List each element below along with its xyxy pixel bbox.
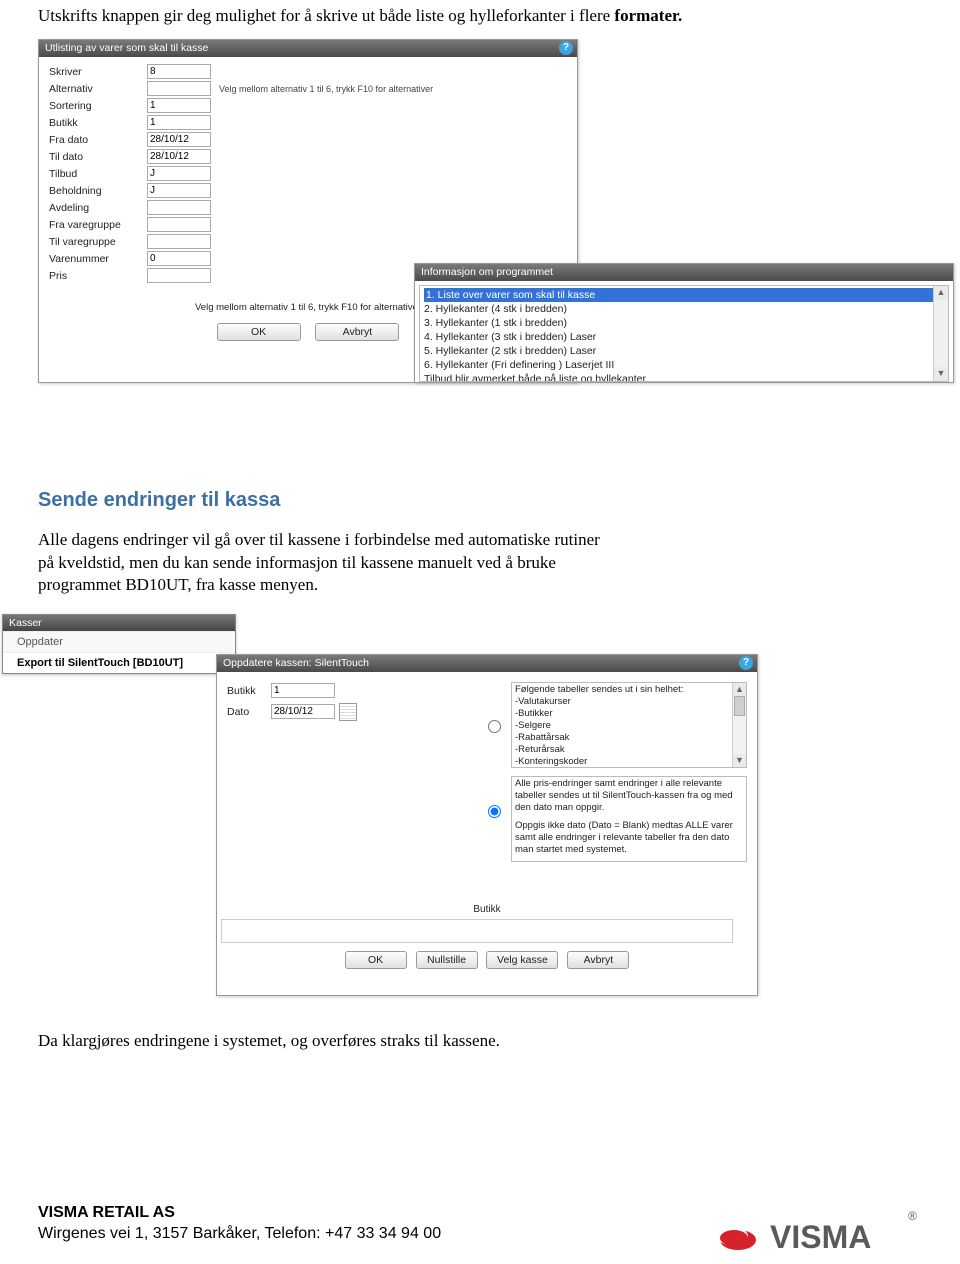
input-butikk[interactable] — [147, 115, 211, 130]
input-fravaregruppe[interactable] — [147, 217, 211, 232]
scroll-down-icon[interactable]: ▼ — [934, 367, 948, 381]
dialog-titlebar: Oppdatere kassen: SilentTouch ? — [217, 655, 757, 672]
label-avdeling: Avdeling — [49, 202, 147, 214]
note-alternativ: Velg mellom alternativ 1 til 6, trykk F1… — [219, 84, 433, 94]
info-line: -Rabattårsak — [515, 732, 743, 744]
tables-info-box: Følgende tabeller sendes ut i sin helhet… — [511, 682, 747, 768]
info-line: -Selgere — [515, 720, 743, 732]
scroll-up-icon[interactable]: ▲ — [934, 286, 948, 300]
list-footer: Tilbud blir avmerket både på liste og hy… — [424, 372, 944, 382]
input-tilbud[interactable] — [147, 166, 211, 181]
label-dato: Dato — [227, 706, 271, 718]
dialog-title: Utlisting av varer som skal til kasse — [45, 42, 208, 54]
menu-title: Kasser — [3, 615, 235, 631]
scrollbar-thumb[interactable] — [734, 696, 745, 716]
input-varenummer[interactable] — [147, 251, 211, 266]
nullstille-button[interactable]: Nullstille — [416, 951, 478, 969]
label-tilvaregruppe: Til varegruppe — [49, 236, 147, 248]
input-tildato[interactable] — [147, 149, 211, 164]
label-beholdning: Beholdning — [49, 185, 147, 197]
info-line: -Butikker — [515, 708, 743, 720]
label-butikk: Butikk — [227, 685, 271, 697]
input-alternativ[interactable] — [147, 81, 211, 96]
label-tildato: Til dato — [49, 151, 147, 163]
scrollbar-vertical[interactable]: ▲▼ — [732, 683, 746, 767]
info-line: -Valutakurser — [515, 696, 743, 708]
radio-changes[interactable] — [488, 805, 501, 818]
info-line: Oppgis ikke dato (Dato = Blank) medtas A… — [515, 820, 743, 856]
menu-item-export[interactable]: Export til SilentTouch [BD10UT] — [3, 652, 235, 673]
changes-info-box: Alle pris-endringer samt endringer i all… — [511, 776, 747, 862]
input-dato[interactable] — [271, 704, 335, 719]
scrollbar-vertical[interactable]: ▲ ▼ — [933, 286, 948, 381]
intro-text: Utskrifts knappen gir deg mulighet for å… — [38, 5, 922, 27]
label-alternativ: Alternativ — [49, 83, 147, 95]
label-sortering: Sortering — [49, 100, 147, 112]
list-item[interactable]: 2. Hyllekanter (4 stk i bredden) — [424, 302, 944, 316]
input-pris[interactable] — [147, 268, 211, 283]
input-butikk[interactable] — [271, 683, 335, 698]
label-fravaregruppe: Fra varegruppe — [49, 219, 147, 231]
info-list: 1. Liste over varer som skal til kasse 2… — [419, 285, 949, 382]
list-item[interactable]: 6. Hyllekanter (Fri definering ) Laserje… — [424, 358, 944, 372]
scroll-up-icon[interactable]: ▲ — [733, 683, 746, 696]
radio-full[interactable] — [488, 720, 501, 733]
label-tilbud: Tilbud — [49, 168, 147, 180]
center-label: Butikk — [217, 904, 757, 915]
svg-text:®: ® — [908, 1209, 917, 1223]
svg-text:VISMA: VISMA — [770, 1219, 871, 1255]
kasser-menu: Kasser Oppdater Export til SilentTouch [… — [2, 614, 236, 674]
update-kasse-dialog: Oppdatere kassen: SilentTouch ? Butikk D… — [216, 654, 758, 996]
section-body: Alle dagens endringer vil gå over til ka… — [38, 529, 618, 596]
dialog-title: Informasjon om programmet — [421, 266, 553, 278]
list-item[interactable]: 5. Hyllekanter (2 stk i bredden) Laser — [424, 344, 944, 358]
visma-logo-icon: VISMA ® — [712, 1206, 942, 1256]
list-item[interactable]: 4. Hyllekanter (3 stk i bredden) Laser — [424, 330, 944, 344]
ok-button[interactable]: OK — [345, 951, 407, 969]
info-line: Alle pris-endringer samt endringer i all… — [515, 778, 743, 814]
ok-button[interactable]: OK — [217, 323, 301, 341]
section-heading: Sende endringer til kassa — [38, 489, 922, 512]
info-line: Følgende tabeller sendes ut i sin helhet… — [515, 684, 743, 696]
input-tilvaregruppe[interactable] — [147, 234, 211, 249]
label-pris: Pris — [49, 270, 147, 282]
label-skriver: Skriver — [49, 66, 147, 78]
scroll-down-icon[interactable]: ▼ — [733, 754, 746, 767]
info-line: -Returårsak — [515, 744, 743, 756]
label-fradato: Fra dato — [49, 134, 147, 146]
input-sortering[interactable] — [147, 98, 211, 113]
dialog-titlebar: Informasjon om programmet — [415, 264, 953, 281]
input-skriver[interactable] — [147, 64, 211, 79]
label-butikk: Butikk — [49, 117, 147, 129]
menu-item-oppdater[interactable]: Oppdater — [3, 631, 235, 652]
input-avdeling[interactable] — [147, 200, 211, 215]
followup-text: Da klargjøres endringene i systemet, og … — [38, 1030, 618, 1052]
page-footer: VISMA RETAIL AS Wirgenes vei 1, 3157 Bar… — [38, 1203, 922, 1264]
dialog-titlebar: Utlisting av varer som skal til kasse ? — [39, 40, 577, 57]
help-icon[interactable]: ? — [559, 41, 573, 55]
cancel-button[interactable]: Avbryt — [315, 323, 399, 341]
avbryt-button[interactable]: Avbryt — [567, 951, 629, 969]
velg-kasse-button[interactable]: Velg kasse — [486, 951, 558, 969]
info-dialog: Informasjon om programmet 1. Liste over … — [414, 263, 954, 383]
list-item[interactable]: 1. Liste over varer som skal til kasse — [424, 288, 944, 302]
info-line: -Konteringskoder — [515, 756, 743, 768]
list-item[interactable]: 3. Hyllekanter (1 stk i bredden) — [424, 316, 944, 330]
dialog-title: Oppdatere kassen: SilentTouch — [223, 657, 369, 669]
input-fradato[interactable] — [147, 132, 211, 147]
input-beholdning[interactable] — [147, 183, 211, 198]
calendar-icon[interactable] — [339, 703, 357, 721]
label-varenummer: Varenummer — [49, 253, 147, 265]
status-input — [221, 919, 733, 943]
help-icon[interactable]: ? — [739, 656, 753, 670]
